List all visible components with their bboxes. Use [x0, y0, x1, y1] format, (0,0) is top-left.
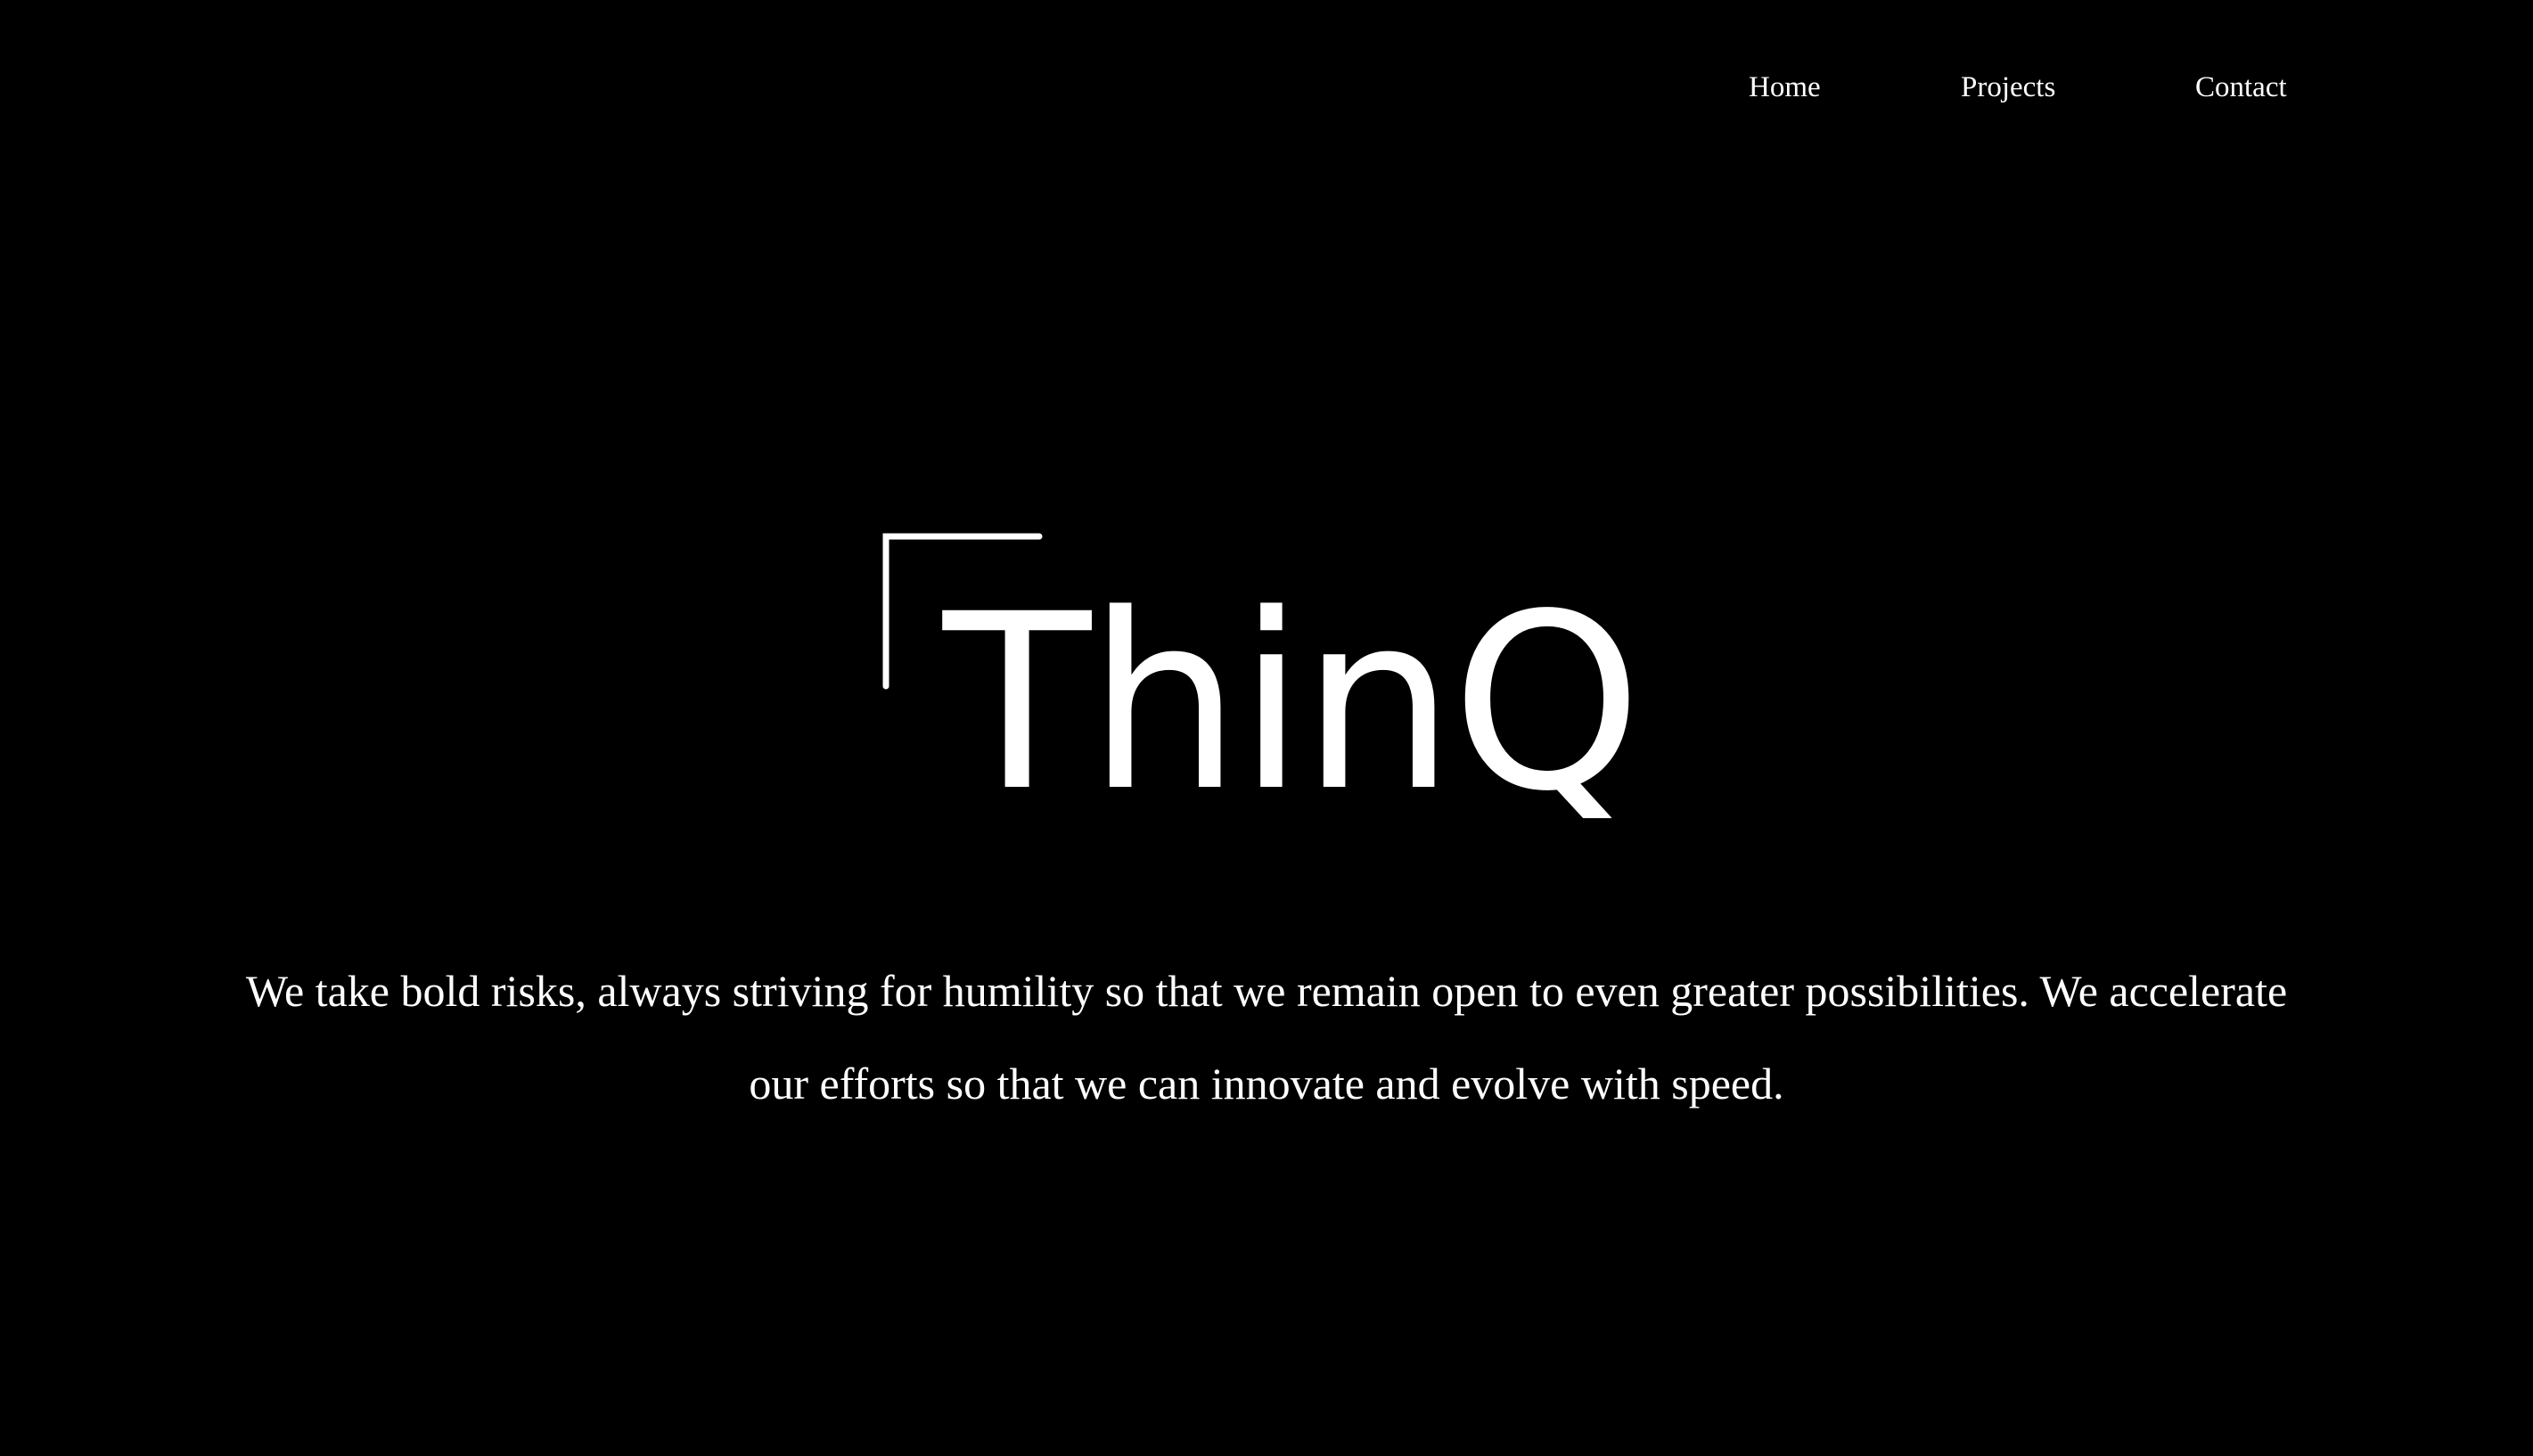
logo-wordmark: ThinQ — [943, 563, 1643, 845]
thinq-logo: ThinQ — [882, 531, 1643, 845]
top-navigation: Home Projects Contact — [0, 0, 2533, 178]
nav-link-contact[interactable]: Contact — [2195, 66, 2287, 109]
hero-tagline: We take bold risks, always striving for … — [196, 945, 2337, 1130]
tagline-line-2: our efforts so that we can innovate and … — [749, 1059, 1784, 1108]
nav-link-projects[interactable]: Projects — [1961, 66, 2055, 109]
nav-link-home[interactable]: Home — [1749, 66, 1821, 109]
tagline-line-1: We take bold risks, always striving for … — [245, 966, 2288, 1016]
